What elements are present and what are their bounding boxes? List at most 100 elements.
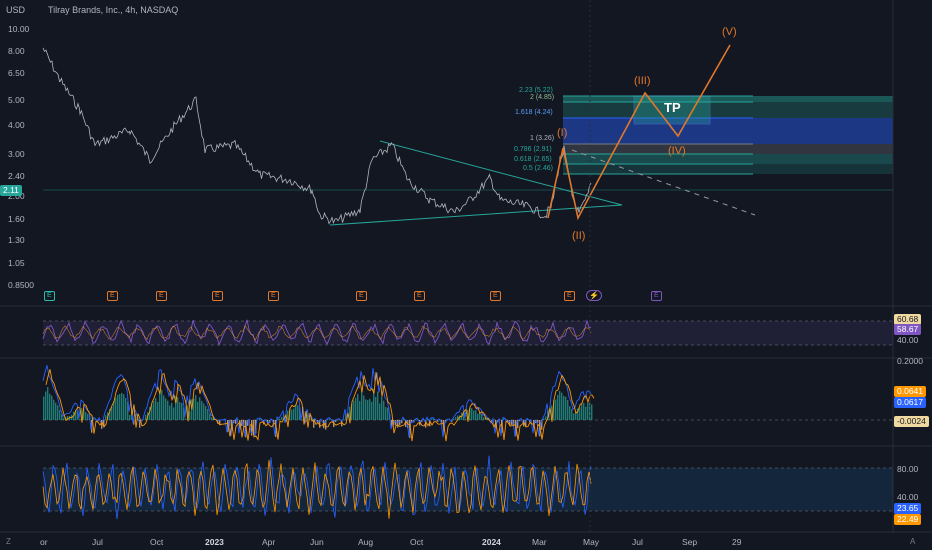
price-axis-tick: 4.00 (8, 120, 25, 130)
time-axis-tick: May (583, 537, 600, 547)
macd-histogram-bar (53, 399, 55, 420)
macd-histogram-bar (387, 407, 389, 420)
macd-histogram-bar (185, 418, 187, 420)
corner-left-button[interactable]: Z (6, 537, 11, 546)
macd-histogram-bar (47, 387, 49, 420)
macd-histogram-bar (145, 414, 147, 420)
macd-histogram-bar (365, 399, 367, 420)
macd-histogram-bar (585, 406, 587, 420)
macd-histogram (43, 387, 593, 438)
macd-value-2: 0.0617 (894, 397, 926, 408)
macd-histogram-bar (79, 419, 81, 420)
macd-histogram-bar (581, 403, 583, 420)
macd-histogram-bar (545, 416, 547, 420)
macd-histogram-bar (559, 390, 561, 420)
macd-histogram-bar (431, 418, 433, 420)
macd-histogram-bar (543, 418, 545, 420)
wave-label-1: (I) (557, 127, 568, 139)
macd-histogram-bar (161, 389, 163, 420)
macd-histogram-bar (573, 413, 575, 420)
earnings-marker[interactable]: E (414, 291, 425, 301)
earnings-marker[interactable]: E (651, 291, 662, 301)
macd-histogram-bar (579, 407, 581, 420)
stoch-value-d: 22.49 (894, 514, 922, 525)
trading-chart[interactable] (0, 0, 932, 550)
macd-histogram-bar (173, 407, 175, 420)
macd-histogram-bar (385, 406, 387, 420)
wave-label-5: (V) (722, 26, 737, 38)
fib-retracement[interactable] (563, 95, 893, 175)
earnings-marker[interactable]: E (268, 291, 279, 301)
price-axis-tick: 0.8500 (8, 280, 34, 290)
macd-histogram-bar (207, 408, 209, 420)
earnings-marker[interactable]: E (564, 291, 575, 301)
time-axis-tick: Oct (150, 537, 164, 547)
macd-histogram-bar (211, 417, 213, 420)
auto-scale-button[interactable]: A (910, 537, 915, 546)
macd-histogram-bar (181, 402, 183, 420)
time-axis-tick: 2023 (205, 537, 224, 547)
macd-histogram-bar (259, 418, 261, 420)
rsi-value-2: 58.67 (894, 324, 922, 335)
fib-label: 2.23 (5.22) (519, 87, 553, 94)
macd-histogram-bar (383, 400, 385, 420)
earnings-marker[interactable]: E (156, 291, 167, 301)
price-axis-tick: 10.00 (8, 24, 30, 34)
macd-histogram-bar (105, 415, 107, 420)
price-axis-tick: 6.50 (8, 68, 25, 78)
macd-histogram-bar (191, 399, 193, 420)
macd-histogram-bar (567, 400, 569, 420)
time-axis-tick: or (40, 537, 48, 547)
time-axis-tick: Jul (632, 537, 643, 547)
macd-histogram-bar (279, 418, 281, 420)
macd-histogram-bar (117, 394, 119, 420)
macd-scale: 0.2000 (897, 356, 923, 366)
earnings-marker[interactable]: E (356, 291, 367, 301)
wave-label-2: (II) (572, 230, 586, 242)
rsi-scale: 40.00 (897, 335, 919, 345)
macd-histogram-bar (313, 420, 315, 428)
macd-histogram-bar (169, 405, 171, 420)
macd-histogram-bar (49, 393, 51, 420)
earnings-marker[interactable]: E (44, 291, 55, 301)
macd-histogram-bar (359, 400, 361, 420)
earnings-marker[interactable]: E (107, 291, 118, 301)
macd-histogram-bar (591, 404, 593, 420)
fib-label: 2 (4.85) (530, 94, 555, 101)
macd-histogram-bar (51, 395, 53, 420)
price-series (42, 47, 592, 225)
macd-histogram-bar (115, 397, 117, 420)
fib-label: 0.618 (2.65) (514, 156, 552, 163)
macd-histogram-bar (45, 391, 47, 420)
fib-label: 0.5 (2.46) (523, 165, 553, 172)
macd-histogram-bar (287, 410, 289, 420)
macd-histogram-bar (571, 409, 573, 420)
wave-label-4: (IV) (668, 145, 686, 157)
macd-histogram-bar (555, 399, 557, 420)
macd-histogram-bar (209, 413, 211, 420)
macd-histogram-bar (153, 401, 155, 420)
macd-histogram-bar (297, 405, 299, 420)
macd-histogram-bar (569, 406, 571, 420)
macd-histogram-bar (587, 402, 589, 420)
earnings-marker[interactable]: E (212, 291, 223, 301)
symbol-title[interactable]: Tilray Brands, Inc., 4h, NASDAQ (48, 5, 178, 15)
dividend-marker[interactable]: ⚡ (586, 290, 602, 301)
macd-histogram-bar (43, 396, 45, 420)
macd-histogram-bar (293, 408, 295, 420)
macd-histogram-bar (129, 414, 131, 420)
macd-histogram-bar (55, 402, 57, 420)
macd-histogram-bar (481, 413, 483, 420)
time-axis-tick: Aug (358, 537, 374, 547)
macd-histogram-bar (155, 398, 157, 420)
stoch-scale-40: 40.00 (897, 492, 919, 502)
macd-histogram-bar (121, 392, 123, 420)
price-axis-tick: 1.30 (8, 235, 25, 245)
macd-histogram-bar (379, 403, 381, 420)
tp-label: TP (664, 100, 681, 115)
stoch-value-k: 23.65 (894, 503, 922, 514)
earnings-marker[interactable]: E (490, 291, 501, 301)
macd-histogram-bar (561, 392, 563, 420)
price-axis-tick: 3.00 (8, 149, 25, 159)
macd-histogram-bar (199, 397, 201, 420)
